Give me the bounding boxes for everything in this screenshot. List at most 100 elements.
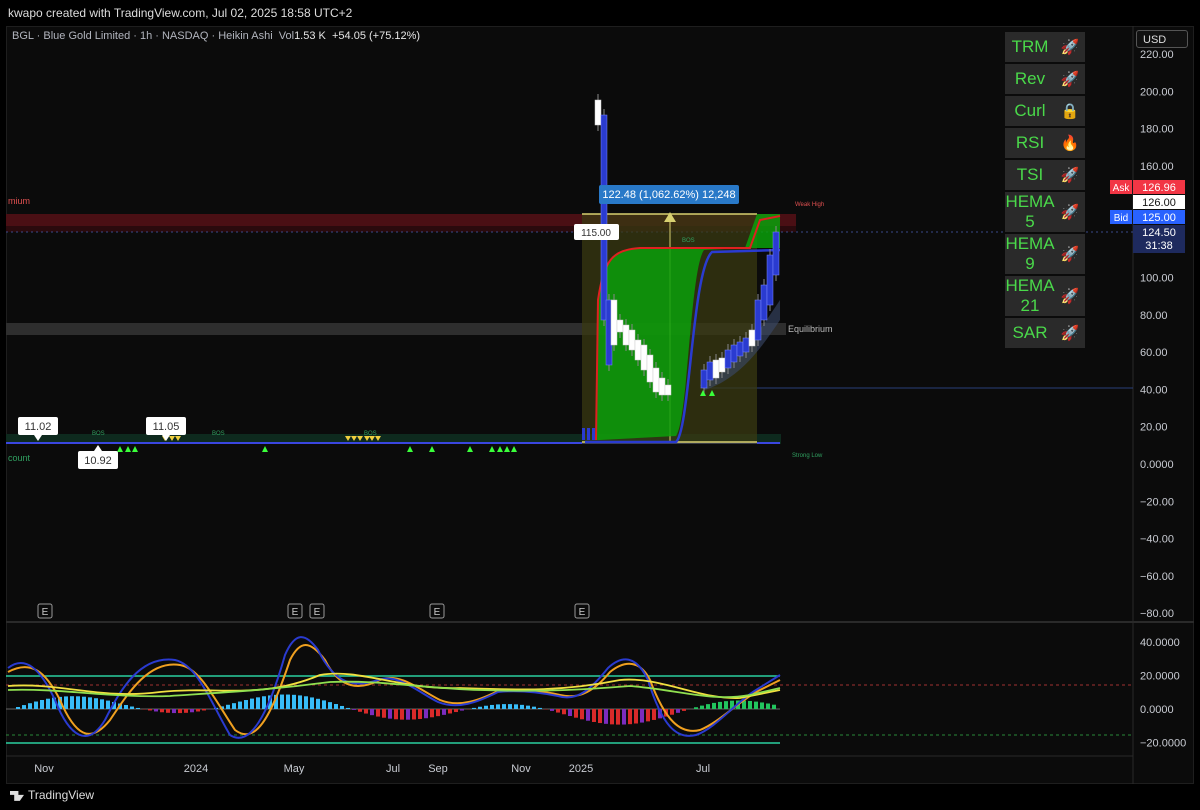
osc-histogram-bar [676,709,680,713]
signal-icon: 🔒 [1055,95,1085,128]
osc-histogram-bar [172,709,176,714]
signal-row: Curl 🔒 [1005,95,1085,128]
label-1092-pointer [94,445,102,451]
osc-histogram-bar [184,709,188,713]
currency-selector[interactable]: USD [1136,30,1188,48]
bull-signal-icon [132,446,138,452]
time-tick-label: Jul [386,763,400,775]
bos-label-1: BOS [92,431,105,437]
bull-signal-icon [467,446,473,452]
price-axis[interactable]: 220.00200.00180.00160.00140.00120.00100.… [1140,49,1174,620]
price-tick-label: −80.00 [1140,608,1174,620]
osc-histogram-bar [34,701,38,709]
osc-histogram-bar [310,697,314,709]
osc-histogram-bar [166,709,170,713]
bull-signal-icon [429,446,435,452]
osc-histogram-bar [418,709,422,719]
bull-signal-icon [489,446,495,452]
price-tick-label: −20.00 [1140,496,1174,508]
osc-histogram-bar [448,709,452,714]
osc-histogram-bar [382,709,386,718]
osc-histogram-bar [304,696,308,709]
osc-histogram-bar [316,698,320,709]
earnings-marker-text: E [292,607,299,618]
signal-row: TRM 🚀 [1005,32,1085,64]
osc-histogram-bar [472,707,476,709]
label-1102-text: 11.02 [25,421,52,433]
osc-histogram-bar [442,709,446,715]
earnings-marker-text: E [434,607,441,618]
osc-histogram-bar [64,696,68,709]
candle-body [712,359,720,379]
oscillator-pane[interactable] [6,636,1133,744]
symbol-info[interactable]: BGL · Blue Gold Limited · 1h · NASDAQ · … [12,30,273,42]
osc-histogram-bar [364,709,368,714]
osc-histogram-bar [406,709,410,720]
osc-histogram-bar [130,706,134,709]
bull-signal-icon [262,446,268,452]
measure-text: 122.48 (1,062.62%) 12,248 [602,189,735,201]
signal-icon: 🚀 [1055,191,1085,234]
candle-body [736,341,744,357]
osc-histogram-bar [238,701,242,709]
osc-histogram-bar [766,703,770,709]
signal-row: HEMA 5 🚀 [1005,191,1085,234]
osc-histogram-bar [610,709,614,725]
tradingview-logo[interactable]: TradingView [10,788,94,802]
current-price: 124.50 [1142,227,1176,239]
price-tick-label: 100.00 [1140,273,1174,285]
osc-histogram-bar [160,709,164,713]
tradingview-logo-icon [10,790,24,801]
time-tick-label: Sep [428,763,448,775]
candle-body [582,428,585,440]
candle-body [594,99,602,126]
osc-histogram-bar [262,696,266,709]
volume-label: Vol [278,30,295,42]
weak-high-label: Weak High [795,202,824,208]
signal-icon: 🚀 [1055,317,1085,350]
candle-body [718,357,726,373]
price-tick-label: −40.00 [1140,534,1174,546]
candle-body [634,339,642,361]
bull-signal-icon [117,446,123,452]
osc-histogram-bar [484,705,488,709]
ask-label: Ask [1113,183,1131,194]
osc-histogram-bar [520,704,524,709]
oscillator-axis[interactable]: 40.0000 20.0000 0.0000 −20.0000 [1140,637,1186,750]
candle-body [730,344,738,363]
osc-histogram-bar [28,703,32,709]
price-tick-label: 220.00 [1140,49,1174,61]
osc-histogram-bar [412,709,416,720]
label-1105-text: 11.05 [153,421,180,433]
price-tick-label: 20.00 [1140,422,1168,434]
osc-histogram-bar [490,704,494,709]
osc-tick-label: 0.0000 [1140,704,1174,716]
time-axis[interactable]: Nov 2024 May Jul Sep Nov 2025 Jul [34,763,710,775]
osc-histogram-bar [604,709,608,724]
osc-histogram-bar [298,695,302,709]
candle-body [706,361,714,381]
chart-legend[interactable]: BGL · Blue Gold Limited · 1h · NASDAQ · … [12,30,420,42]
osc-histogram-bar [700,705,704,709]
osc-histogram-bar [706,704,710,709]
volume-value: 1.53 K [294,30,326,42]
osc-histogram-bar [628,709,632,725]
osc-histogram-bar [256,697,260,709]
osc-histogram-bar [772,704,776,709]
signal-label: HEMA 21 [1005,275,1055,318]
osc-histogram-bar [76,696,80,709]
osc-histogram-bar [574,709,578,718]
osc-histogram-bar [436,709,440,717]
candle-body [724,349,732,369]
earnings-marker-text: E [42,607,49,618]
time-tick-label: 2024 [184,763,208,775]
osc-histogram-bar [724,701,728,709]
osc-tick-label: 20.0000 [1140,671,1180,683]
bull-signal-icon [497,446,503,452]
osc-histogram-bar [388,709,392,719]
premium-label: mium [8,196,30,206]
osc-histogram-bar [394,709,398,720]
candle-body [766,254,774,306]
osc-tick-label: 40.0000 [1140,637,1180,649]
earnings-markers[interactable]: E E E E E [37,603,590,619]
